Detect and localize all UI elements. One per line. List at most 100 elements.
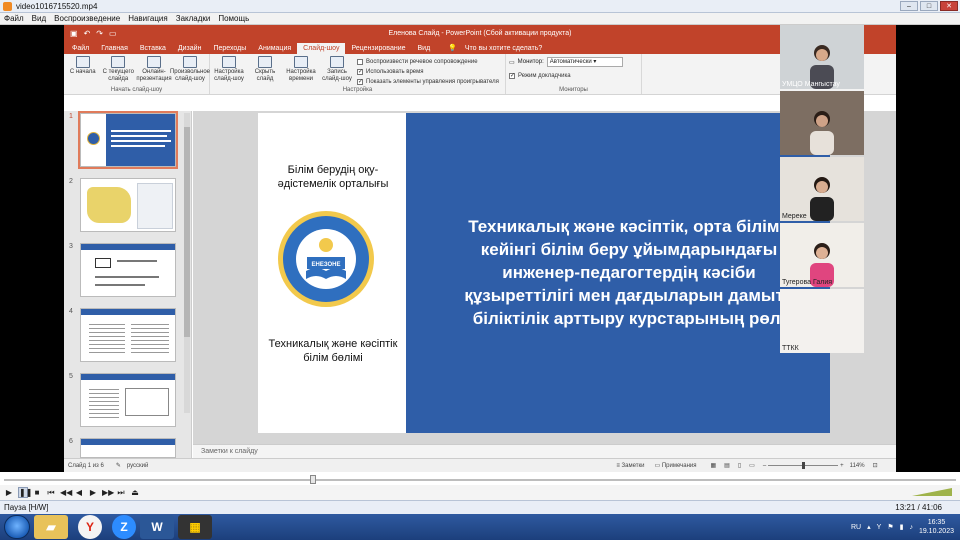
thumbnail-3[interactable]: 3 <box>67 243 187 301</box>
explorer-icon[interactable]: ▰ <box>34 515 68 539</box>
step-forward-icon[interactable]: ▶ <box>88 488 98 497</box>
checkbox-empty-icon <box>357 58 363 65</box>
menu-help[interactable]: Помощь <box>218 14 249 23</box>
zoom-app-icon[interactable]: Z <box>112 515 136 539</box>
clock[interactable]: 16:35 19.10.2023 <box>919 518 954 536</box>
step-back-icon[interactable]: ◀ <box>74 488 84 497</box>
tab-insert[interactable]: Вставка <box>134 43 172 54</box>
tab-design[interactable]: Дизайн <box>172 43 208 54</box>
tab-file[interactable]: Файл <box>66 43 95 54</box>
volume-slider[interactable] <box>912 488 952 497</box>
tell-me-search[interactable]: 💡 Что вы хотите сделать? <box>442 42 554 54</box>
fit-slide-icon[interactable]: ⊡ <box>873 462 878 469</box>
group-label-setup: Настройка <box>342 87 373 93</box>
seek-handle[interactable] <box>310 475 316 484</box>
pause-icon[interactable]: ❚❚ <box>18 487 32 498</box>
powerpoint-window: ▣ ↶ ↷ ▭ Еленова Слайд - PowerPoint (Сбой… <box>64 25 896 472</box>
tray-arrow-icon[interactable]: ▴ <box>867 523 871 531</box>
maximize-icon[interactable]: □ <box>920 1 938 11</box>
participant-tile[interactable]: Тугерова Галия <box>780 223 864 287</box>
ppt-status-bar: Слайд 1 из 6 ✎ русский ≡ Заметки ▭ Приме… <box>64 458 896 472</box>
thumbnail-4[interactable]: 4 <box>67 308 187 366</box>
language-indicator[interactable]: RU <box>851 524 861 531</box>
minimize-icon[interactable]: – <box>900 1 918 11</box>
thumbnail-6[interactable]: 6 <box>67 438 187 458</box>
tab-animations[interactable]: Анимация <box>252 43 297 54</box>
volume-icon[interactable]: ♪ <box>909 524 913 531</box>
tell-me-label: Что вы хотите сделать? <box>464 45 543 52</box>
stop-icon[interactable]: ■ <box>32 488 42 497</box>
use-timings-checkbox[interactable]: ✓ Использовать время <box>357 67 499 76</box>
monitor-select[interactable]: ▭ Монитор: Автоматически ▾ <box>509 57 638 67</box>
zoom-level[interactable]: 114% <box>850 463 865 469</box>
monitor-dropdown[interactable]: Автоматически ▾ <box>546 57 623 67</box>
thumbnail-2[interactable]: 2 <box>67 178 187 236</box>
fast-forward-icon[interactable]: ▶▶ <box>102 488 114 497</box>
play-narrations-checkbox[interactable]: Воспроизвести речевое сопровождение <box>357 57 499 66</box>
network-icon[interactable]: ▮ <box>900 523 904 531</box>
notes-toggle[interactable]: ≡ Заметки <box>616 463 644 469</box>
participant-name: ТТКК <box>782 345 799 352</box>
clock-date: 19.10.2023 <box>918 528 954 535</box>
scrollbar-thumb[interactable] <box>184 127 190 337</box>
rehearse-timings-label: Настройка времени <box>286 69 316 82</box>
slide-sorter-icon[interactable]: ▤ <box>724 462 730 469</box>
play-icon[interactable]: ▶ <box>4 488 14 497</box>
menu-view[interactable]: Вид <box>32 14 46 23</box>
media-player-icon[interactable]: ▦ <box>178 515 212 539</box>
thumbnail-5[interactable]: 5 <box>67 373 187 431</box>
notes-pane[interactable]: Заметки к слайду <box>193 444 896 458</box>
hide-slide-label: Скрыть слайд <box>254 69 276 82</box>
checkbox-checked-icon: ✓ <box>357 78 364 85</box>
monitor-icon: ▭ <box>509 59 515 66</box>
tab-home[interactable]: Главная <box>95 43 134 54</box>
participant-tile[interactable] <box>780 91 864 155</box>
zoom-in-icon[interactable]: + <box>840 463 844 469</box>
tab-slideshow[interactable]: Слайд-шоу <box>297 43 346 54</box>
zoom-out-icon[interactable]: – <box>763 463 766 469</box>
menu-bookmarks[interactable]: Закладки <box>176 14 211 23</box>
reading-view-icon[interactable]: ▯ <box>738 462 741 469</box>
online-present-icon <box>147 56 161 68</box>
comments-toggle[interactable]: ▭ Примечания <box>655 462 697 469</box>
yandex-browser-icon[interactable]: Y <box>78 515 102 539</box>
participant-tile[interactable]: Мереке <box>780 157 864 221</box>
word-icon[interactable]: W <box>140 515 174 539</box>
participant-name: Мереке <box>782 213 807 220</box>
thumbnail-image <box>78 111 178 169</box>
yandex-tray-icon[interactable]: Y <box>877 524 882 531</box>
presenter-view-checkbox[interactable]: ✓ Режим докладчика <box>509 71 638 80</box>
menu-navigation[interactable]: Навигация <box>128 14 168 23</box>
zoom-slider[interactable] <box>768 462 839 469</box>
tab-review[interactable]: Рецензирование <box>345 43 411 54</box>
group-label-monitors: Мониторы <box>559 87 588 93</box>
group-label-start: Начать слайд-шоу <box>110 87 163 93</box>
flag-icon[interactable]: ⚑ <box>887 523 893 531</box>
slide-1[interactable]: Білім берудің оқу-әдістемелік орталығы Е… <box>258 113 830 433</box>
menu-playback[interactable]: Воспроизведение <box>54 14 120 23</box>
seek-track[interactable] <box>4 479 956 481</box>
start-button[interactable] <box>4 515 30 539</box>
show-media-controls-checkbox[interactable]: ✓ Показать элементы управления проигрыват… <box>357 77 499 86</box>
ribbon-slideshow: С начала С текущего слайда Онлайн-презен… <box>64 54 896 95</box>
seek-bar[interactable] <box>0 472 960 485</box>
spellcheck-icon[interactable]: ✎ <box>116 462 121 469</box>
slideshow-view-icon[interactable]: ▭ <box>749 462 755 469</box>
group-start-slideshow: С начала С текущего слайда Онлайн-презен… <box>64 54 210 94</box>
thumbnails-scrollbar[interactable] <box>184 113 190 413</box>
open-file-icon[interactable]: ⏏ <box>130 488 140 497</box>
thumbnail-1[interactable]: 1 <box>67 111 187 171</box>
close-icon[interactable]: ✕ <box>940 1 958 11</box>
normal-view-icon[interactable]: ▦ <box>710 462 716 469</box>
tab-view[interactable]: Вид <box>412 43 437 54</box>
participant-tile[interactable]: ТТКК <box>780 289 864 353</box>
menu-file[interactable]: Файл <box>4 14 24 23</box>
windows-taskbar: ▰ Y Z W ▦ RU ▴ Y ⚑ ▮ ♪ 16:35 19.10.2023 <box>0 514 960 540</box>
rewind-icon[interactable]: ◀◀ <box>60 488 72 497</box>
next-icon[interactable]: ⏭ <box>116 488 126 498</box>
participant-tile[interactable]: УМЦО Мангыстау <box>780 25 864 89</box>
thumbnail-number: 2 <box>69 178 73 185</box>
tab-transitions[interactable]: Переходы <box>207 43 252 54</box>
prev-icon[interactable]: ⏮ <box>46 488 56 498</box>
language-indicator[interactable]: русский <box>127 463 149 469</box>
